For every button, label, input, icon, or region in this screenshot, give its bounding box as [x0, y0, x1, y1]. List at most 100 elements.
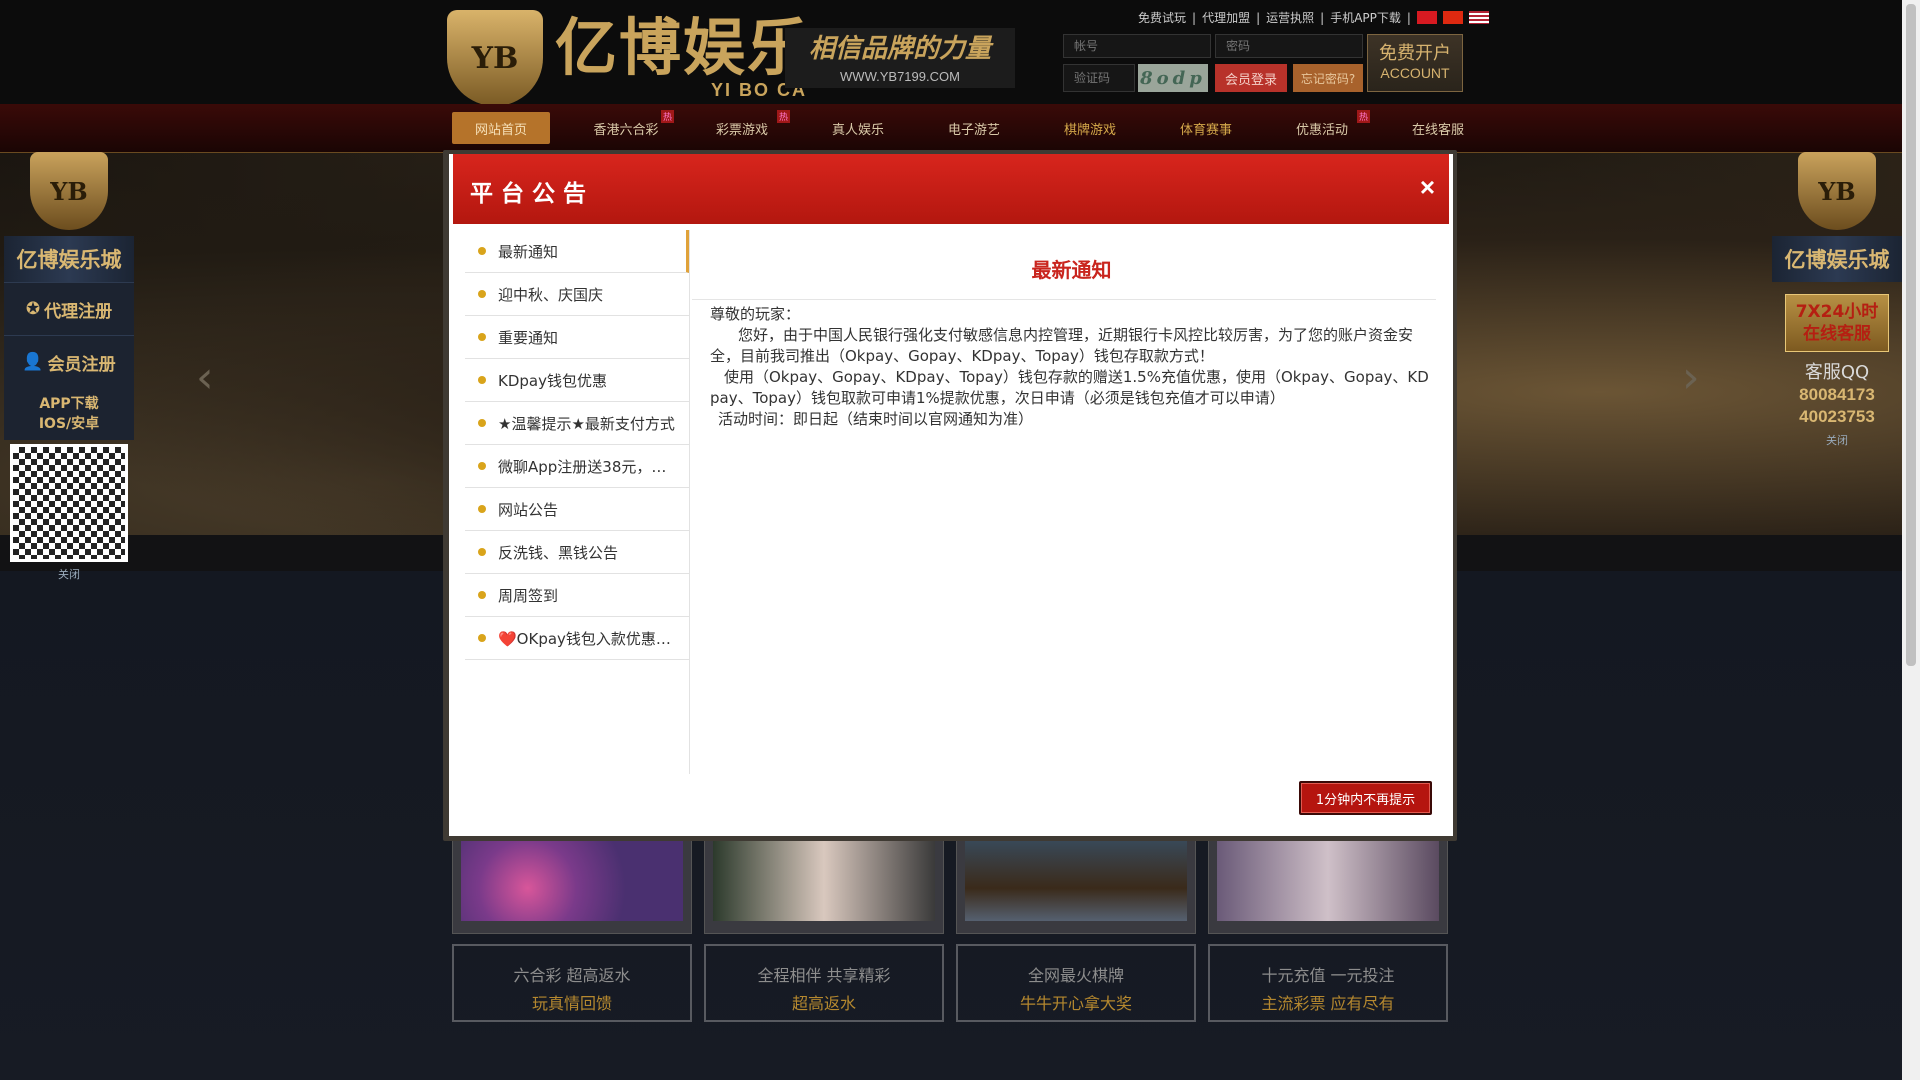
link-app-download[interactable]: 手机APP下载 [1330, 9, 1401, 26]
dismiss-1min-button[interactable]: 1分钟内不再提示 [1299, 781, 1432, 815]
title-divider [692, 299, 1436, 300]
chevron-left-icon[interactable]: ‹ [196, 352, 214, 403]
bullet-icon [478, 462, 486, 470]
promo-image-live[interactable] [704, 838, 944, 934]
nav-live-casino[interactable]: 真人娱乐 [800, 112, 916, 144]
bullet-icon [478, 290, 486, 298]
slogan-banner: 相信品牌的力量 WWW.YB7199.COM [785, 28, 1015, 88]
announcement-body: 尊敬的玩家： 您好，由于中国人民银行强化支付敏感信息内控管理，近期银行卡风控比较… [710, 304, 1430, 430]
app-line2: IOS/安卓 [38, 416, 100, 432]
member-login-button[interactable]: 会员登录 [1215, 64, 1287, 92]
promo-image-lottery[interactable] [452, 838, 692, 934]
announcement-item[interactable]: 反洗钱、黑钱公告 [465, 531, 689, 574]
nav-label: 网站首页 [474, 122, 527, 138]
bullet-icon [478, 505, 486, 513]
promo-line1: 全网最火棋牌 [1027, 966, 1124, 985]
nav-label: 香港六合彩 [593, 122, 659, 138]
logo-cn: 亿博娱乐 [555, 10, 812, 84]
scrollbar-thumb[interactable] [1906, 4, 1916, 666]
promo-line1: 全程相伴 共享精彩 [757, 966, 891, 985]
left-panel-close[interactable]: 关闭 [4, 566, 134, 582]
nav-label: 棋牌游戏 [1063, 122, 1116, 138]
page-scrollbar[interactable] [1902, 0, 1920, 1080]
bullet-icon [478, 548, 486, 556]
promo-line2: 超高返水 [791, 994, 856, 1013]
chevron-right-icon[interactable]: › [1682, 352, 1700, 403]
nav-mark-six[interactable]: 香港六合彩热 [568, 110, 684, 144]
announcement-item-label: ❤️OKpay钱包入款优惠… [498, 629, 671, 648]
announcement-item[interactable]: 重要通知 [465, 316, 689, 359]
top-links: 免费试玩 | 代理加盟 | 运营执照 | 手机APP下载 | [1138, 9, 1489, 26]
announcement-item-label: 重要通知 [498, 328, 559, 347]
promo-card[interactable]: 全网最火棋牌 牛牛开心拿大奖 [956, 944, 1196, 1022]
flag-cn-icon[interactable] [1442, 11, 1463, 24]
register-button[interactable]: 免费开户 ACCOUNT [1367, 34, 1463, 92]
close-icon[interactable]: × [1420, 172, 1435, 203]
link-license[interactable]: 运营执照 [1266, 9, 1314, 26]
promo-line1: 十元充值 一元投注 [1261, 966, 1395, 985]
promo-card[interactable]: 六合彩 超高返水 玩真情回馈 [452, 944, 692, 1022]
announcement-item[interactable]: 最新通知 [465, 230, 689, 273]
announcement-item-label: 最新通知 [498, 242, 559, 261]
promo-image-casino[interactable] [1208, 838, 1448, 934]
promo-line2: 主流彩票 应有尽有 [1261, 994, 1395, 1013]
promo-card[interactable]: 十元充值 一元投注 主流彩票 应有尽有 [1208, 944, 1448, 1022]
nav-customer-service[interactable]: 在线客服 [1380, 112, 1496, 144]
announcement-item-label: 微聊App注册送38元，… [498, 457, 667, 476]
paragraph-2: 使用（Okpay、Gopay、KDpay、Topay）钱包存款的赠送1.5%充值… [710, 368, 1429, 407]
cs-line2: 在线客服 [1803, 324, 1871, 344]
register-label-en: ACCOUNT [1380, 65, 1450, 81]
side-badge-icon: YB [1798, 152, 1876, 230]
bullet-icon [478, 634, 486, 642]
register-label-cn: 免费开户 [1379, 43, 1451, 64]
announcement-item[interactable]: 网站公告 [465, 488, 689, 531]
qq-number-1[interactable]: 80084173 [1772, 384, 1902, 406]
hot-badge: 热 [1356, 110, 1370, 123]
promo-line2: 牛牛开心拿大奖 [1019, 994, 1132, 1013]
nav-promotions[interactable]: 优惠活动热 [1264, 110, 1380, 144]
hot-badge: 热 [776, 110, 790, 123]
agent-register-label: 代理注册 [44, 301, 113, 322]
badge-icon: ✪ [25, 299, 41, 319]
app-download[interactable]: APP下载 IOS/安卓 [4, 388, 134, 440]
promo-image-sports[interactable] [956, 838, 1196, 934]
site-logo[interactable]: YB 亿博娱乐 YI BO CA [447, 10, 811, 106]
flag-us-icon[interactable] [1468, 11, 1489, 24]
announcement-item[interactable]: 迎中秋、庆国庆 [465, 273, 689, 316]
captcha-image[interactable]: 8odp [1138, 64, 1208, 92]
slogan-url: WWW.YB7199.COM [840, 69, 960, 84]
member-register-link[interactable]: 👤 会员注册 [4, 335, 134, 388]
online-service-button[interactable]: 7X24小时 在线客服 [1785, 294, 1889, 352]
link-free-trial[interactable]: 免费试玩 [1138, 9, 1186, 26]
link-agent-join[interactable]: 代理加盟 [1202, 9, 1250, 26]
account-input[interactable] [1063, 34, 1211, 58]
paragraph-3: 活动时间：即日起（结束时间以官网通知为准） [718, 410, 1034, 428]
bullet-icon [478, 333, 486, 341]
paragraph-1: 您好，由于中国人民银行强化支付敏感信息内控管理，近期银行卡风控比较厉害，为了您的… [710, 326, 1414, 365]
announcement-item-label: KDpay钱包优惠 [498, 371, 607, 390]
nav-lottery[interactable]: 彩票游戏热 [684, 110, 800, 144]
announcement-item[interactable]: ❤️OKpay钱包入款优惠… [465, 617, 689, 660]
announcement-title: 最新通知 [1031, 258, 1112, 282]
qq-number-2[interactable]: 40023753 [1772, 406, 1902, 428]
announcement-item[interactable]: 周周签到 [465, 574, 689, 617]
promo-card[interactable]: 全程相伴 共享精彩 超高返水 [704, 944, 944, 1022]
member-register-label: 会员注册 [47, 354, 116, 375]
nav-home[interactable]: 网站首页 [452, 112, 550, 144]
announcement-item[interactable]: 微聊App注册送38元，… [465, 445, 689, 488]
slogan-text: 相信品牌的力量 [808, 34, 991, 64]
announcement-item[interactable]: ★温馨提示★最新支付方式 [465, 402, 689, 445]
right-panel-close[interactable]: 关闭 [1772, 432, 1902, 448]
password-input[interactable] [1215, 34, 1363, 58]
agent-register-link[interactable]: ✪ 代理注册 [4, 282, 134, 335]
qr-code-image [10, 444, 128, 562]
forgot-password-button[interactable]: 忘记密码? [1293, 64, 1363, 92]
nav-sports[interactable]: 体育赛事 [1148, 112, 1264, 144]
flag-hk-icon[interactable] [1416, 11, 1437, 24]
captcha-input[interactable] [1063, 64, 1135, 92]
cs-line1: 7X24小时 [1795, 302, 1879, 322]
announcement-item[interactable]: KDpay钱包优惠 [465, 359, 689, 402]
nav-slots[interactable]: 电子游艺 [916, 112, 1032, 144]
side-badge-icon: YB [30, 152, 108, 230]
nav-card-games[interactable]: 棋牌游戏 [1032, 112, 1148, 144]
